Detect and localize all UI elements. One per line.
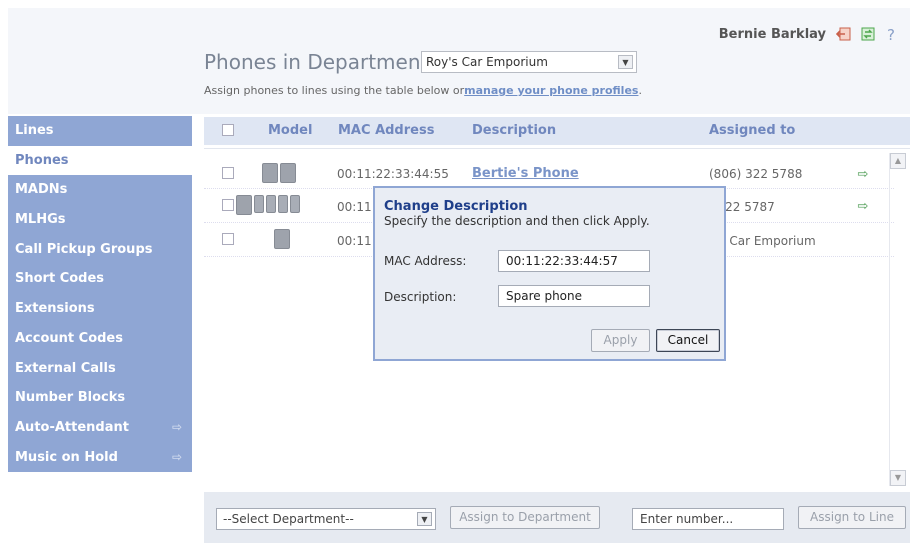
column-description[interactable]: Description (472, 123, 556, 138)
table-header: Model MAC Address Description Assigned t… (204, 117, 910, 145)
subtitle-text: Assign phones to lines using the table b… (204, 84, 465, 97)
sidebar-item-madns[interactable]: MADNs (8, 175, 192, 206)
sidebar-item-account-codes[interactable]: Account Codes (8, 323, 192, 354)
column-assigned-to[interactable]: Assigned to (709, 123, 795, 138)
mac-address-cell: 00:11 (337, 200, 372, 214)
description-field[interactable]: Spare phone (498, 285, 650, 307)
assign-to-department-button[interactable]: Assign to Department (450, 506, 600, 529)
help-icon[interactable]: ? (884, 26, 900, 44)
apply-button[interactable]: Apply (591, 329, 650, 352)
dialog-description: Specify the description and then click A… (384, 214, 650, 228)
chevron-down-icon[interactable]: ▼ (618, 55, 633, 69)
description-link[interactable]: Bertie's Phone (472, 166, 579, 181)
mac-address-label: MAC Address: (384, 254, 467, 268)
assign-arrow-icon[interactable]: ⇨ (854, 167, 872, 183)
cancel-button[interactable]: Cancel (656, 329, 720, 352)
sidebar-item-label: MADNs (15, 182, 68, 198)
footer-toolbar: --Select Department-- ▼ Assign to Depart… (204, 492, 910, 543)
chevron-down-icon[interactable]: ▼ (417, 512, 432, 526)
column-mac-address[interactable]: MAC Address (338, 123, 434, 138)
sidebar-item-music-on-hold[interactable]: Music on Hold ⇨ (8, 442, 192, 473)
sidebar-item-label: Short Codes (15, 271, 105, 287)
mac-address-cell: 00:11:22:33:44:55 (337, 167, 449, 181)
sidebar-item-mlhgs[interactable]: MLHGs (8, 205, 192, 235)
mac-address-field[interactable]: 00:11:22:33:44:57 (498, 250, 650, 272)
external-link-icon: ⇨ (171, 449, 182, 464)
logout-icon[interactable] (835, 26, 852, 42)
select-department-value: --Select Department-- (223, 512, 354, 526)
sidebar-item-label: Auto-Attendant (15, 419, 129, 435)
page-title: Phones in Department: (204, 50, 436, 74)
sidebar-item-label: External Calls (15, 360, 116, 376)
row-checkbox[interactable] (222, 199, 234, 211)
department-selected-value: Roy's Car Emporium (426, 55, 548, 69)
enter-number-field[interactable]: Enter number... (632, 508, 784, 530)
user-area: Bernie Barklay ? (718, 26, 900, 44)
sidebar-item-auto-attendant[interactable]: Auto-Attendant ⇨ (8, 412, 192, 443)
description-label: Description: (384, 290, 457, 304)
row-checkbox[interactable] (222, 167, 234, 179)
scroll-down-icon[interactable]: ▼ (890, 470, 906, 486)
assign-arrow-icon[interactable]: ⇨ (854, 199, 872, 215)
sidebar-item-extensions[interactable]: Extensions (8, 294, 192, 324)
assign-to-line-button[interactable]: Assign to Line (798, 506, 906, 529)
sidebar-item-label: Extensions (15, 301, 95, 317)
subtitle-suffix: . (638, 84, 642, 97)
sidebar-item-lines[interactable]: Lines (8, 116, 192, 146)
sidebar-item-label: Account Codes (15, 330, 123, 346)
table-row: 00:11:22:33:44:55 Bertie's Phone (806) 3… (204, 155, 894, 189)
select-all-checkbox[interactable] (222, 124, 234, 136)
table-scrollbar[interactable]: ▲ ▼ (889, 153, 906, 486)
external-link-icon: ⇨ (171, 419, 182, 434)
sidebar-item-label: Call Pickup Groups (15, 241, 153, 257)
sidebar-item-label: Number Blocks (15, 390, 126, 406)
sidebar-item-external-calls[interactable]: External Calls (8, 353, 192, 384)
column-model[interactable]: Model (268, 123, 312, 138)
sidebar-item-label: Phones (15, 152, 69, 168)
manage-profiles-link[interactable]: manage your phone profiles (464, 84, 638, 97)
sidebar-item-label: Lines (15, 123, 54, 138)
sidebar-item-short-codes[interactable]: Short Codes (8, 264, 192, 295)
assigned-to-cell: 's Car Emporium (716, 234, 816, 248)
department-select[interactable]: Roy's Car Emporium ▼ (421, 51, 637, 73)
sidebar: Lines Phones MADNs MLHGs Call Pickup Gro… (8, 116, 192, 473)
dialog-title: Change Description (384, 199, 528, 214)
mac-address-cell: 00:11 (337, 234, 372, 248)
phone-model-icon (262, 163, 296, 183)
change-description-dialog: Change Description Specify the descripti… (373, 186, 726, 361)
user-name: Bernie Barklay (718, 26, 826, 42)
sidebar-item-label: Music on Hold (15, 449, 118, 465)
page-subtitle: Assign phones to lines using the table b… (204, 84, 642, 97)
assigned-to-cell: (806) 322 5788 (709, 167, 803, 181)
select-department-dropdown[interactable]: --Select Department-- ▼ (216, 508, 436, 530)
sidebar-item-phones[interactable]: Phones (8, 145, 192, 176)
refresh-icon[interactable] (860, 26, 876, 42)
sidebar-item-label: MLHGs (15, 212, 66, 228)
phone-model-icon (236, 195, 300, 215)
row-checkbox[interactable] (222, 233, 234, 245)
scroll-up-icon[interactable]: ▲ (890, 153, 906, 169)
sidebar-item-number-blocks[interactable]: Number Blocks (8, 383, 192, 413)
sidebar-item-call-pickup-groups[interactable]: Call Pickup Groups (8, 234, 192, 265)
svg-text:?: ? (887, 26, 895, 42)
phone-model-icon (274, 229, 290, 249)
